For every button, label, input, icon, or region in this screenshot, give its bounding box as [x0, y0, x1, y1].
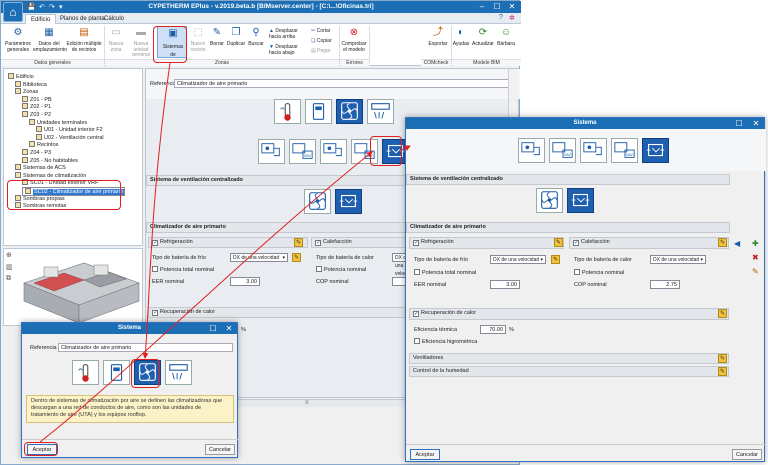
annotation-arrows	[39, 62, 411, 443]
app-logo-icon[interactable]: ⌂	[3, 2, 23, 22]
